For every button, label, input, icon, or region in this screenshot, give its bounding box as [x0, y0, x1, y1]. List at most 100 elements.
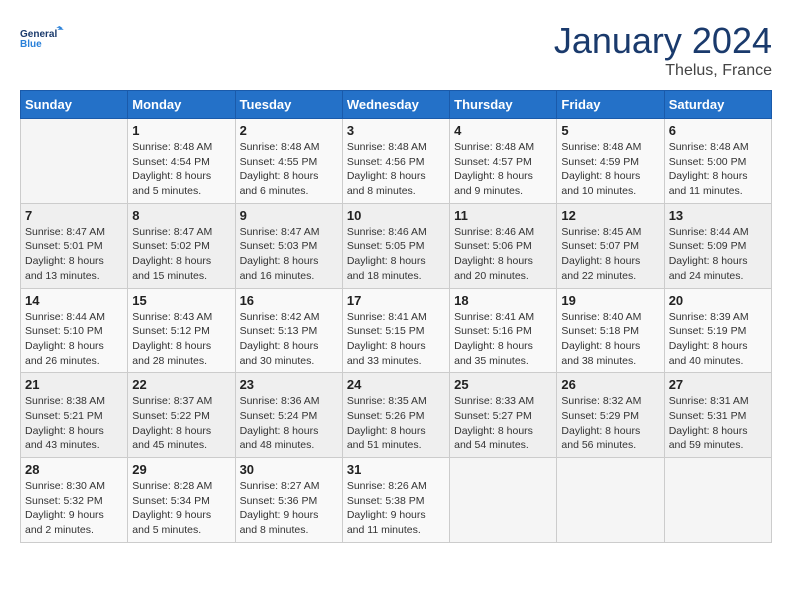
calendar-cell: 15 Sunrise: 8:43 AMSunset: 5:12 PMDaylig… [128, 288, 235, 373]
calendar-cell [450, 458, 557, 543]
calendar-cell [21, 119, 128, 204]
svg-text:General: General [20, 29, 57, 40]
day-number: 22 [132, 377, 230, 392]
location-title: Thelus, France [554, 62, 772, 80]
calendar-cell: 26 Sunrise: 8:32 AMSunset: 5:29 PMDaylig… [557, 373, 664, 458]
day-number: 5 [561, 123, 659, 138]
calendar-cell: 6 Sunrise: 8:48 AMSunset: 5:00 PMDayligh… [664, 119, 771, 204]
logo-svg: General Blue [20, 20, 70, 60]
page-header: General Blue January 2024 Thelus, France [20, 20, 772, 80]
calendar-cell: 22 Sunrise: 8:37 AMSunset: 5:22 PMDaylig… [128, 373, 235, 458]
calendar-cell: 18 Sunrise: 8:41 AMSunset: 5:16 PMDaylig… [450, 288, 557, 373]
calendar-cell: 7 Sunrise: 8:47 AMSunset: 5:01 PMDayligh… [21, 203, 128, 288]
day-number: 24 [347, 377, 445, 392]
day-info: Sunrise: 8:46 AMSunset: 5:05 PMDaylight:… [347, 226, 427, 282]
day-number: 1 [132, 123, 230, 138]
day-number: 20 [669, 293, 767, 308]
weekday-header-row: SundayMondayTuesdayWednesdayThursdayFrid… [21, 91, 772, 119]
day-info: Sunrise: 8:26 AMSunset: 5:38 PMDaylight:… [347, 480, 427, 536]
weekday-header: Tuesday [235, 91, 342, 119]
day-info: Sunrise: 8:48 AMSunset: 5:00 PMDaylight:… [669, 141, 749, 197]
day-info: Sunrise: 8:47 AMSunset: 5:01 PMDaylight:… [25, 226, 105, 282]
calendar-cell: 27 Sunrise: 8:31 AMSunset: 5:31 PMDaylig… [664, 373, 771, 458]
calendar-cell: 21 Sunrise: 8:38 AMSunset: 5:21 PMDaylig… [21, 373, 128, 458]
day-info: Sunrise: 8:48 AMSunset: 4:56 PMDaylight:… [347, 141, 427, 197]
weekday-header: Wednesday [342, 91, 449, 119]
day-info: Sunrise: 8:39 AMSunset: 5:19 PMDaylight:… [669, 311, 749, 367]
calendar-cell: 14 Sunrise: 8:44 AMSunset: 5:10 PMDaylig… [21, 288, 128, 373]
calendar-cell: 8 Sunrise: 8:47 AMSunset: 5:02 PMDayligh… [128, 203, 235, 288]
day-number: 31 [347, 462, 445, 477]
calendar-cell: 10 Sunrise: 8:46 AMSunset: 5:05 PMDaylig… [342, 203, 449, 288]
day-number: 2 [240, 123, 338, 138]
day-number: 13 [669, 208, 767, 223]
calendar-cell: 13 Sunrise: 8:44 AMSunset: 5:09 PMDaylig… [664, 203, 771, 288]
day-info: Sunrise: 8:41 AMSunset: 5:16 PMDaylight:… [454, 311, 534, 367]
day-number: 11 [454, 208, 552, 223]
day-info: Sunrise: 8:32 AMSunset: 5:29 PMDaylight:… [561, 395, 641, 451]
weekday-header: Friday [557, 91, 664, 119]
day-info: Sunrise: 8:48 AMSunset: 4:57 PMDaylight:… [454, 141, 534, 197]
day-info: Sunrise: 8:40 AMSunset: 5:18 PMDaylight:… [561, 311, 641, 367]
day-info: Sunrise: 8:38 AMSunset: 5:21 PMDaylight:… [25, 395, 105, 451]
calendar-cell: 5 Sunrise: 8:48 AMSunset: 4:59 PMDayligh… [557, 119, 664, 204]
day-info: Sunrise: 8:45 AMSunset: 5:07 PMDaylight:… [561, 226, 641, 282]
calendar-cell: 25 Sunrise: 8:33 AMSunset: 5:27 PMDaylig… [450, 373, 557, 458]
title-area: January 2024 Thelus, France [554, 20, 772, 80]
logo: General Blue [20, 20, 70, 60]
calendar-cell: 3 Sunrise: 8:48 AMSunset: 4:56 PMDayligh… [342, 119, 449, 204]
calendar-cell: 24 Sunrise: 8:35 AMSunset: 5:26 PMDaylig… [342, 373, 449, 458]
day-number: 19 [561, 293, 659, 308]
day-info: Sunrise: 8:31 AMSunset: 5:31 PMDaylight:… [669, 395, 749, 451]
calendar-cell: 30 Sunrise: 8:27 AMSunset: 5:36 PMDaylig… [235, 458, 342, 543]
day-number: 25 [454, 377, 552, 392]
day-number: 8 [132, 208, 230, 223]
day-number: 23 [240, 377, 338, 392]
calendar-cell [557, 458, 664, 543]
day-number: 16 [240, 293, 338, 308]
calendar-week-row: 1 Sunrise: 8:48 AMSunset: 4:54 PMDayligh… [21, 119, 772, 204]
day-number: 4 [454, 123, 552, 138]
weekday-header: Monday [128, 91, 235, 119]
calendar-week-row: 14 Sunrise: 8:44 AMSunset: 5:10 PMDaylig… [21, 288, 772, 373]
day-number: 6 [669, 123, 767, 138]
day-info: Sunrise: 8:48 AMSunset: 4:54 PMDaylight:… [132, 141, 212, 197]
day-number: 3 [347, 123, 445, 138]
day-info: Sunrise: 8:43 AMSunset: 5:12 PMDaylight:… [132, 311, 212, 367]
calendar-cell: 16 Sunrise: 8:42 AMSunset: 5:13 PMDaylig… [235, 288, 342, 373]
day-info: Sunrise: 8:28 AMSunset: 5:34 PMDaylight:… [132, 480, 212, 536]
calendar-table: SundayMondayTuesdayWednesdayThursdayFrid… [20, 90, 772, 543]
day-number: 9 [240, 208, 338, 223]
calendar-week-row: 7 Sunrise: 8:47 AMSunset: 5:01 PMDayligh… [21, 203, 772, 288]
day-number: 26 [561, 377, 659, 392]
day-info: Sunrise: 8:47 AMSunset: 5:02 PMDaylight:… [132, 226, 212, 282]
day-number: 15 [132, 293, 230, 308]
calendar-cell: 12 Sunrise: 8:45 AMSunset: 5:07 PMDaylig… [557, 203, 664, 288]
svg-text:Blue: Blue [20, 39, 42, 50]
calendar-cell: 17 Sunrise: 8:41 AMSunset: 5:15 PMDaylig… [342, 288, 449, 373]
day-info: Sunrise: 8:48 AMSunset: 4:59 PMDaylight:… [561, 141, 641, 197]
calendar-cell: 23 Sunrise: 8:36 AMSunset: 5:24 PMDaylig… [235, 373, 342, 458]
calendar-cell: 1 Sunrise: 8:48 AMSunset: 4:54 PMDayligh… [128, 119, 235, 204]
day-info: Sunrise: 8:42 AMSunset: 5:13 PMDaylight:… [240, 311, 320, 367]
day-info: Sunrise: 8:33 AMSunset: 5:27 PMDaylight:… [454, 395, 534, 451]
calendar-cell: 31 Sunrise: 8:26 AMSunset: 5:38 PMDaylig… [342, 458, 449, 543]
day-info: Sunrise: 8:46 AMSunset: 5:06 PMDaylight:… [454, 226, 534, 282]
day-number: 27 [669, 377, 767, 392]
day-info: Sunrise: 8:41 AMSunset: 5:15 PMDaylight:… [347, 311, 427, 367]
day-number: 12 [561, 208, 659, 223]
day-info: Sunrise: 8:44 AMSunset: 5:09 PMDaylight:… [669, 226, 749, 282]
day-number: 10 [347, 208, 445, 223]
day-info: Sunrise: 8:48 AMSunset: 4:55 PMDaylight:… [240, 141, 320, 197]
calendar-cell: 29 Sunrise: 8:28 AMSunset: 5:34 PMDaylig… [128, 458, 235, 543]
day-info: Sunrise: 8:44 AMSunset: 5:10 PMDaylight:… [25, 311, 105, 367]
day-number: 28 [25, 462, 123, 477]
day-info: Sunrise: 8:36 AMSunset: 5:24 PMDaylight:… [240, 395, 320, 451]
weekday-header: Thursday [450, 91, 557, 119]
day-number: 14 [25, 293, 123, 308]
day-number: 7 [25, 208, 123, 223]
weekday-header: Sunday [21, 91, 128, 119]
calendar-cell: 2 Sunrise: 8:48 AMSunset: 4:55 PMDayligh… [235, 119, 342, 204]
day-info: Sunrise: 8:30 AMSunset: 5:32 PMDaylight:… [25, 480, 105, 536]
day-number: 29 [132, 462, 230, 477]
